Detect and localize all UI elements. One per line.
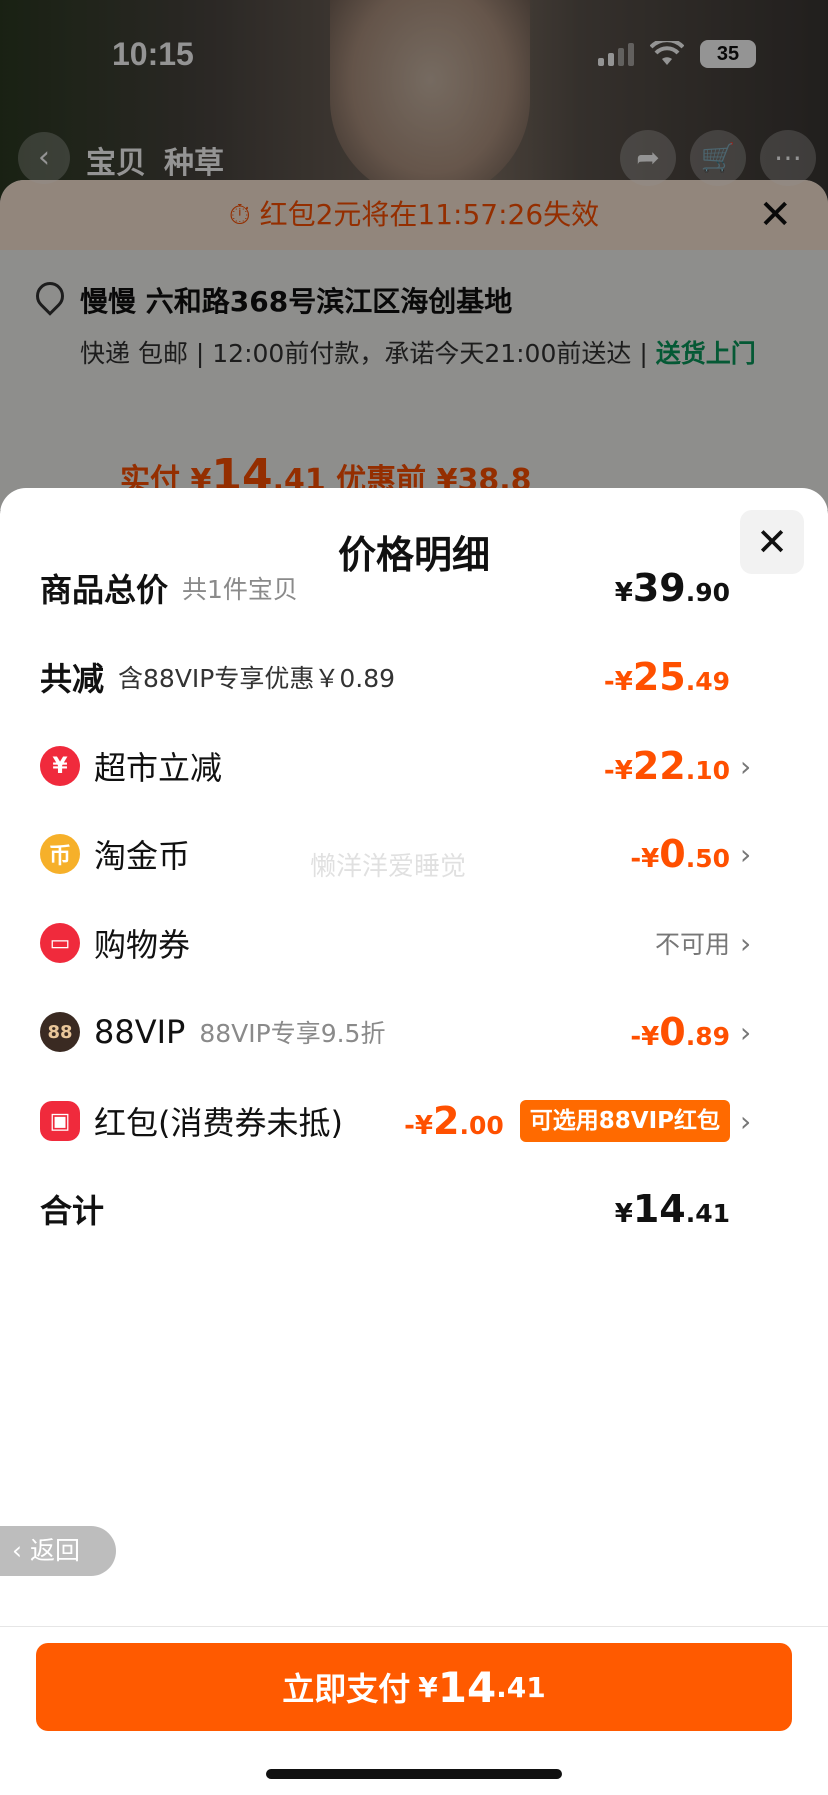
row-amount: ¥39.90 [614, 566, 730, 610]
price-detail-sheet: 价格明细 ✕ 懒洋洋爱睡觉 商品总价 共1件宝贝 ¥39.90 共减 含88VI… [0, 488, 828, 1795]
row-sub: 88VIP专享9.5折 [199, 1019, 386, 1048]
row-supermarket-discount[interactable]: ¥ 超市立减 -¥22.10 › [40, 736, 756, 796]
divider [0, 1626, 828, 1627]
row-label: 超市立减 [94, 749, 223, 787]
row-amount: -¥2.00 [404, 1099, 504, 1143]
chevron-left-icon: ‹ [12, 1536, 22, 1565]
row-amount: -¥25.49 [603, 655, 730, 699]
row-amount: -¥0.89 [630, 1010, 730, 1054]
row-label: 合计 [40, 1192, 105, 1230]
close-icon: ✕ [756, 520, 788, 564]
row-amount: -¥22.10 [603, 744, 730, 788]
pay-symbol: ¥ [418, 1670, 438, 1704]
pay-now-button[interactable]: 立即支付 ¥14.41 [36, 1643, 792, 1731]
row-label: 红包(消费券未抵) [94, 1104, 343, 1142]
row-sum: 合计 ¥14.41 [40, 1179, 756, 1239]
vip-88-icon: 88 [40, 1012, 80, 1052]
row-shopping-coupon[interactable]: ▭ 购物券 不可用 › [40, 913, 756, 973]
home-indicator[interactable] [266, 1769, 562, 1779]
row-label: 商品总价 [40, 571, 169, 609]
chevron-right-icon: › [740, 749, 752, 783]
unavailable-text: 不可用 [654, 930, 730, 959]
row-amount: ¥14.41 [614, 1187, 730, 1231]
vip-red-packet-tag[interactable]: 可选用88VIP红包 [519, 1100, 730, 1142]
row-coins[interactable]: 币 淘金币 -¥0.50 › [40, 824, 756, 884]
pay-label: 立即支付 [282, 1670, 411, 1708]
chevron-right-icon: › [740, 837, 752, 871]
red-packet-icon: ▣ [40, 1101, 80, 1141]
pay-amount-int: 14 [437, 1662, 497, 1712]
row-label: 购物券 [94, 926, 191, 964]
row-sub: 含88VIP专享优惠￥0.89 [118, 664, 396, 693]
row-label: 淘金币 [94, 837, 191, 875]
row-sub: 共1件宝贝 [182, 575, 298, 604]
chevron-right-icon: › [740, 1015, 752, 1049]
chevron-right-icon: › [740, 1104, 752, 1138]
row-total-goods: 商品总价 共1件宝贝 ¥39.90 [40, 558, 756, 618]
return-label: 返回 [29, 1536, 80, 1565]
row-label: 88VIP [94, 1013, 186, 1051]
row-88vip[interactable]: 88 88VIP 88VIP专享9.5折 -¥0.89 › [40, 1002, 756, 1062]
coin-icon: 币 [40, 834, 80, 874]
row-reduction: 共减 含88VIP专享优惠￥0.89 -¥25.49 [40, 647, 756, 707]
row-amount: -¥0.50 [630, 832, 730, 876]
row-red-packet[interactable]: ▣ 红包(消费券未抵) -¥2.00 可选用88VIP红包 › [40, 1091, 756, 1151]
pay-amount-dec: .41 [496, 1670, 546, 1704]
yuan-discount-icon: ¥ [40, 746, 80, 786]
row-label: 共减 [40, 660, 105, 698]
return-button[interactable]: ‹ 返回 [0, 1526, 116, 1576]
chevron-right-icon: › [740, 926, 752, 960]
ticket-icon: ▭ [40, 923, 80, 963]
